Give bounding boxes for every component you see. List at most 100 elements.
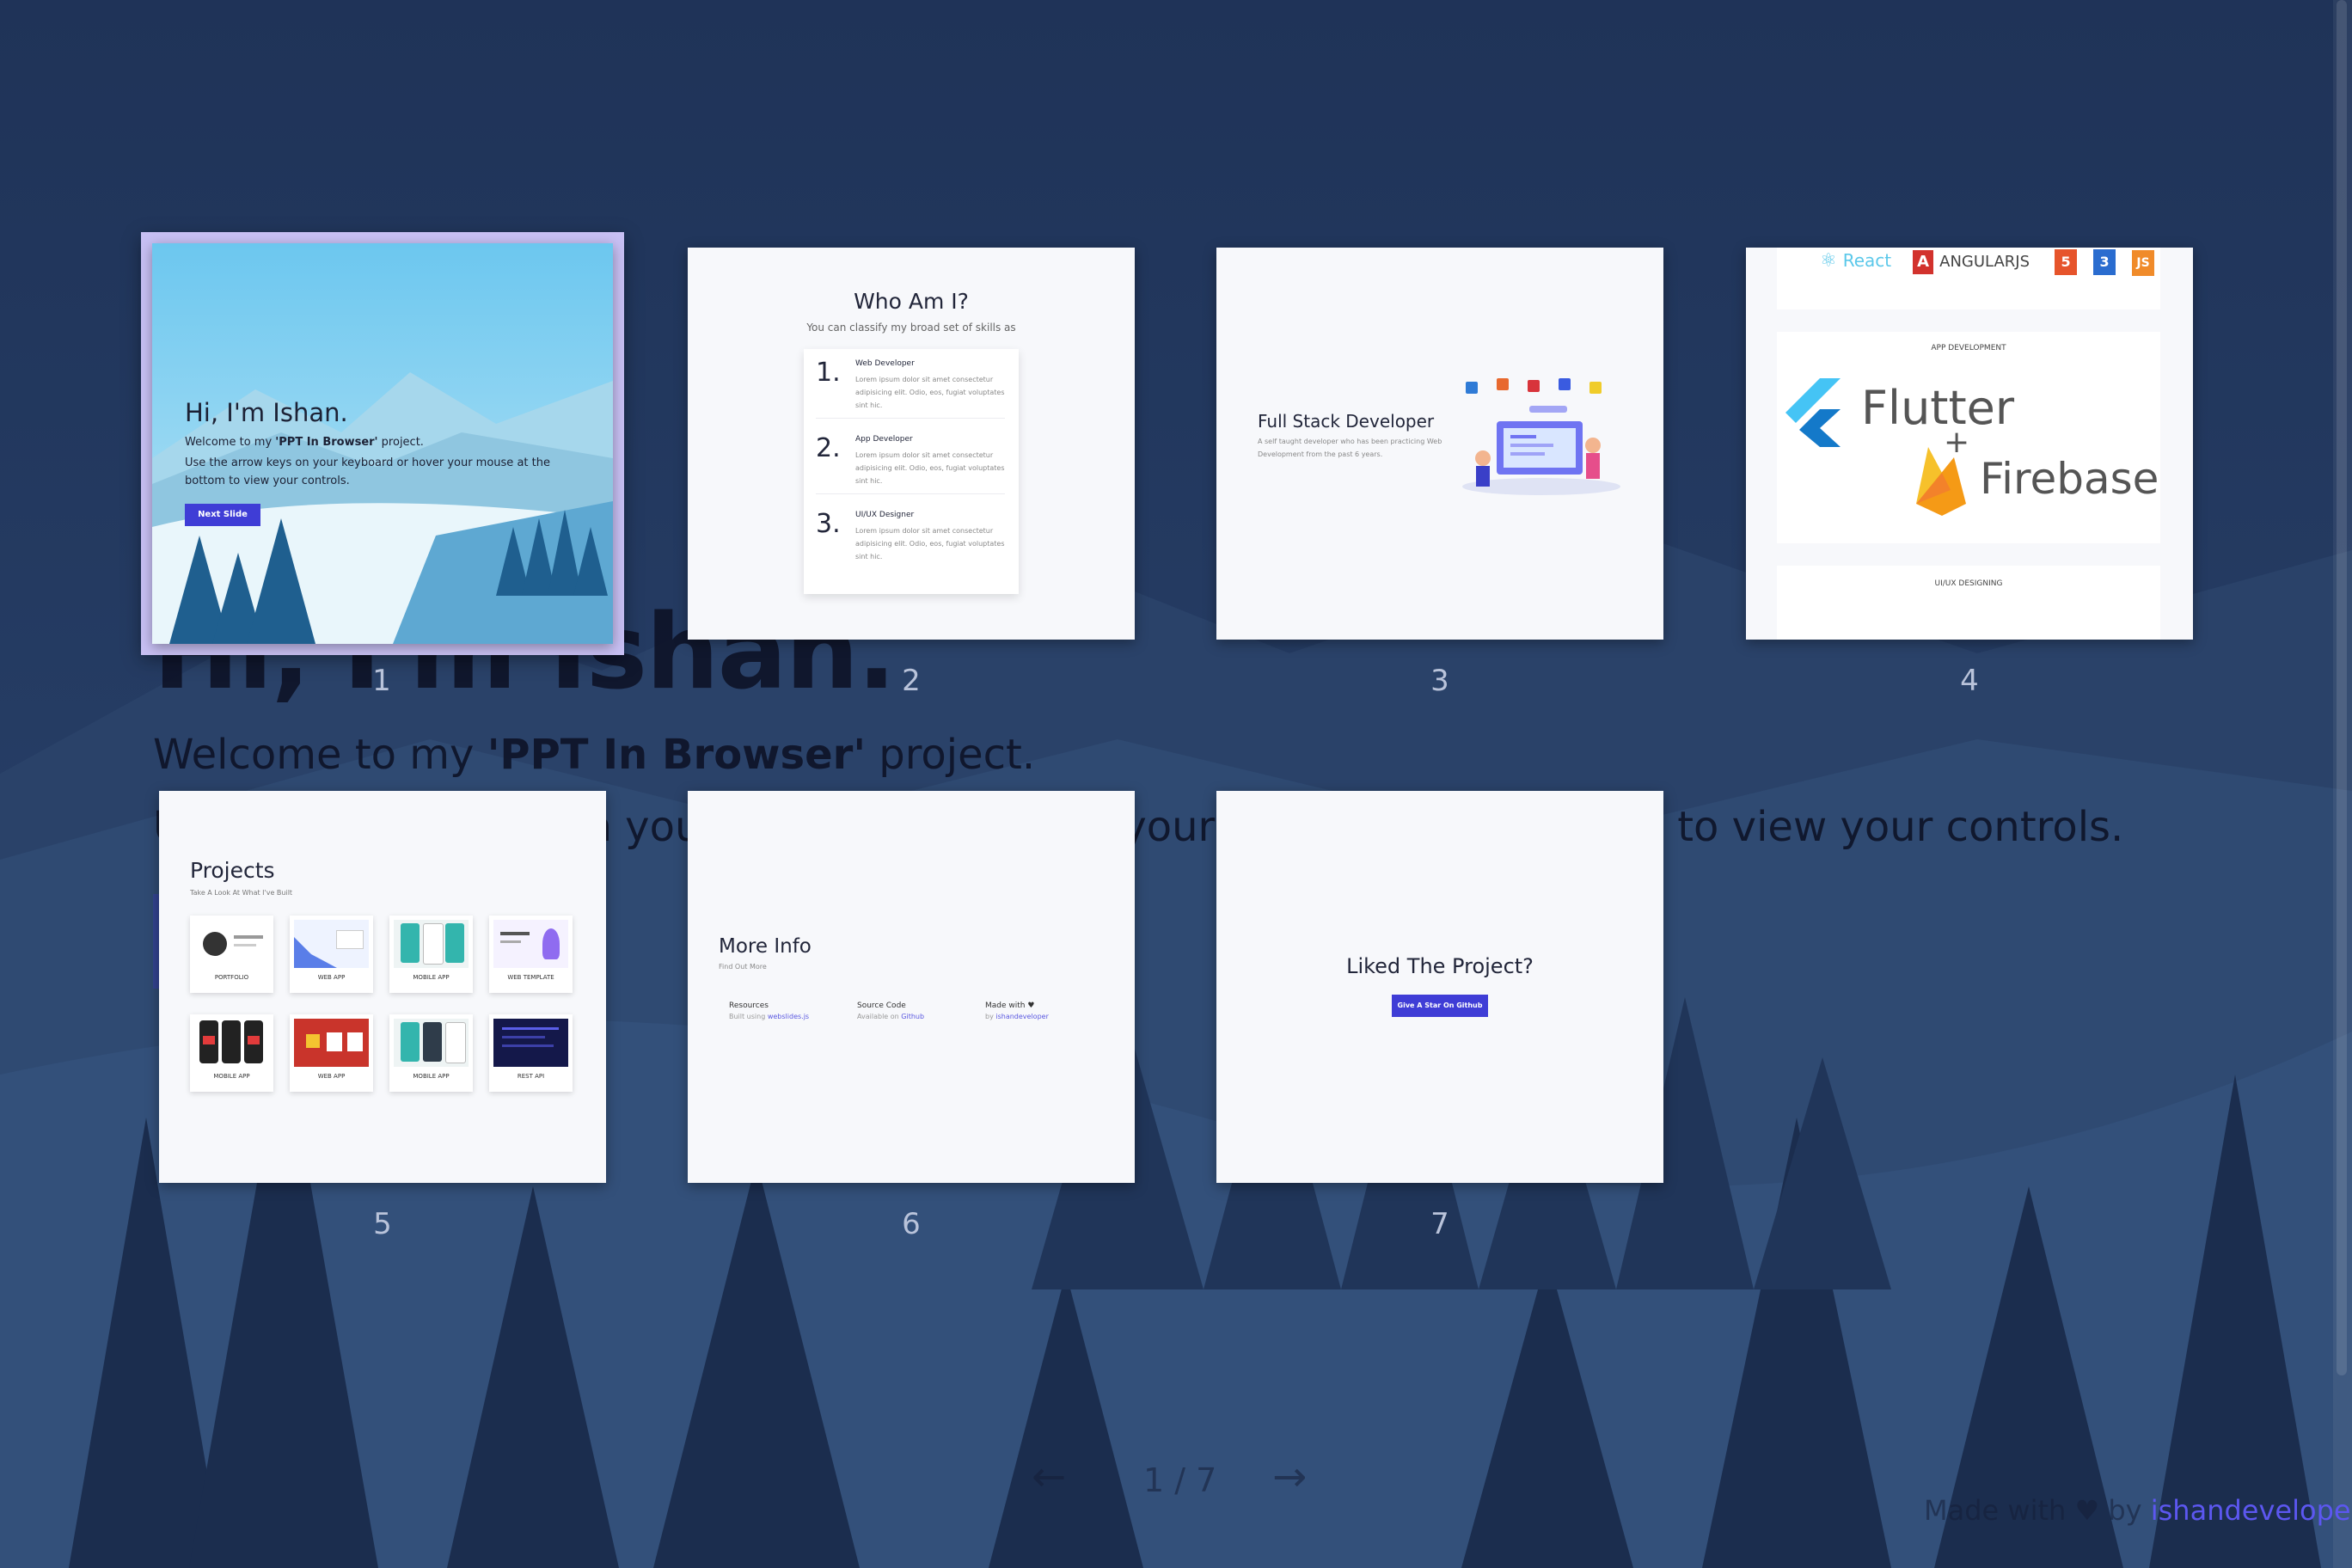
project-tile: PORTFOLIO	[190, 916, 273, 993]
author-link[interactable]: ishandeveloper	[995, 1013, 1049, 1020]
flutter-label: Flutter	[1861, 381, 2015, 435]
slide-2-title: Who Am I?	[854, 289, 969, 314]
project-tile-label: MOBILE APP	[413, 1073, 450, 1080]
source-code-column: Source Code Available on Github	[857, 1001, 924, 1020]
project-tile-label: WEB APP	[317, 974, 346, 981]
source-code-text: Available on Github	[857, 1013, 924, 1020]
skill-item: 1. Web Developer Lorem ipsum dolor sit a…	[816, 349, 1005, 419]
project-tile: MOBILE APP	[389, 1014, 473, 1092]
project-thumbnail-image	[294, 1019, 369, 1067]
skill-item: 3. UI/UX Designer Lorem ipsum dolor sit …	[816, 500, 1005, 569]
slide-7-preview[interactable]: Liked The Project? Give A Star On Github	[1216, 791, 1663, 1183]
slide-5-preview[interactable]: Projects Take A Look At What I've Built …	[159, 791, 606, 1183]
css3-icon: 3	[2093, 249, 2116, 275]
slide-number-2: 2	[902, 664, 921, 698]
skill-number: 2.	[816, 433, 841, 463]
background-project-name: 'PPT In Browser'	[487, 731, 867, 779]
project-tile-label: MOBILE APP	[413, 974, 450, 981]
resources-heading: Resources	[729, 1001, 769, 1010]
webslides-link[interactable]: webslides.js	[768, 1013, 809, 1020]
slide-1-title: Hi, I'm Ishan.	[185, 398, 348, 427]
slide-number-1: 1	[372, 664, 391, 698]
skill-heading: Web Developer	[855, 359, 915, 368]
firebase-icon	[1916, 447, 1966, 516]
footer-credit: Made with ♥ by ishandeveloper	[1924, 1494, 2352, 1527]
uiux-designing-label: UI/UX DESIGNING	[1934, 579, 2003, 588]
slide-1-project-name: 'PPT In Browser'	[275, 436, 378, 449]
flutter-icon	[1785, 378, 1841, 447]
slide-1-welcome-suffix: project.	[377, 436, 424, 449]
made-with-column: Made with ♥ by ishandeveloper	[985, 1001, 1049, 1020]
slide-1-instructions: Use the arrow keys on your keyboard or h…	[185, 456, 550, 487]
web-tech-logos-card: ⚛ React A ANGULARJS 5 3 JS	[1777, 248, 2160, 309]
angular-icon: A	[1913, 250, 1934, 274]
project-tile: WEB APP	[290, 916, 373, 993]
skill-item: 2. App Developer Lorem ipsum dolor sit a…	[816, 425, 1005, 494]
project-tile-label: WEB APP	[317, 1073, 346, 1080]
github-star-button[interactable]: Give A Star On Github	[1392, 995, 1488, 1017]
next-slide-arrow[interactable]: →	[1272, 1453, 1307, 1501]
slide-1-text: Hi, I'm Ishan. Welcome to my 'PPT In Bro…	[185, 398, 572, 490]
slide-counter: 1 / 7	[1143, 1461, 1217, 1499]
slide-2-subtitle: You can classify my broad set of skills …	[806, 322, 1016, 334]
firebase-label: Firebase	[1980, 454, 2159, 504]
skill-description: Lorem ipsum dolor sit amet consectetur a…	[855, 527, 1005, 560]
project-thumbnail-image	[194, 920, 269, 968]
scrollbar[interactable]	[2333, 0, 2352, 1568]
react-icon: ⚛	[1820, 250, 1837, 272]
project-tile: REST API	[489, 1014, 573, 1092]
github-link[interactable]: Github	[901, 1013, 924, 1020]
slide-1-welcome-prefix: Welcome to my	[185, 436, 276, 449]
project-tile-label: MOBILE APP	[213, 1073, 250, 1080]
slide-6-title: More Info	[719, 935, 812, 958]
made-with-prefix: by	[985, 1013, 996, 1020]
js-icon: JS	[2132, 250, 2155, 276]
background-welcome-suffix: project.	[866, 731, 1036, 779]
uiux-designing-card: UI/UX DESIGNING	[1777, 566, 2160, 640]
skill-heading: App Developer	[855, 435, 913, 444]
tech-logos: ⚛ React A ANGULARJS 5 3 JS	[1820, 249, 2155, 276]
project-thumbnail-image	[493, 1019, 568, 1067]
made-with-text: Made with ♥ by	[1924, 1494, 2151, 1527]
background-slide-welcome: Welcome to my 'PPT In Browser' project.	[153, 731, 2123, 779]
skill-number: 1.	[816, 358, 841, 388]
made-with-text: by ishandeveloper	[985, 1013, 1049, 1020]
resources-column: Resources Built using webslides.js	[729, 1001, 809, 1020]
project-tile: MOBILE APP	[190, 1014, 273, 1092]
project-tile-label: PORTFOLIO	[214, 974, 249, 981]
slide-3-preview[interactable]: Full Stack Developer A self taught devel…	[1216, 248, 1663, 640]
html5-icon: 5	[2055, 249, 2078, 275]
project-thumbnail-image	[394, 1019, 469, 1067]
slide-3-title: Full Stack Developer	[1258, 411, 1435, 432]
slide-1-preview[interactable]: Hi, I'm Ishan. Welcome to my 'PPT In Bro…	[152, 243, 613, 644]
author-link[interactable]: ishandeveloper	[2151, 1494, 2352, 1527]
slide-number-4: 4	[1960, 664, 1979, 698]
slide-6-preview[interactable]: More Info Find Out More Resources Built …	[688, 791, 1135, 1183]
slide-3-description: A self taught developer who has been pra…	[1258, 438, 1442, 458]
slide-2-preview[interactable]: Who Am I? You can classify my broad set …	[688, 248, 1135, 640]
angular-logo-label: ANGULARJS	[1939, 253, 2030, 271]
project-tile-label: REST API	[517, 1073, 545, 1080]
slide-4-preview[interactable]: ⚛ React A ANGULARJS 5 3 JS APP DEVELOPME…	[1746, 248, 2193, 640]
project-thumbnail-image	[493, 920, 568, 968]
slide-1-next-slide-button[interactable]: Next Slide	[185, 504, 260, 526]
project-thumbnail-image	[194, 1019, 269, 1067]
developer-illustration	[1462, 378, 1620, 495]
skill-number: 3.	[816, 509, 841, 539]
made-with-heading: Made with ♥	[985, 1001, 1035, 1010]
project-tile: WEB TEMPLATE	[489, 916, 573, 993]
slide-5-subtitle: Take A Look At What I've Built	[190, 889, 293, 897]
source-code-prefix: Available on	[857, 1013, 902, 1020]
skills-list: 1. Web Developer Lorem ipsum dolor sit a…	[804, 349, 1019, 594]
project-tile-label: WEB TEMPLATE	[507, 974, 554, 981]
app-development-label: APP DEVELOPMENT	[1931, 344, 2006, 352]
previous-slide-arrow[interactable]: ←	[1032, 1453, 1066, 1501]
skill-heading: UI/UX Designer	[855, 511, 915, 519]
resources-prefix: Built using	[729, 1013, 768, 1020]
slide-7-title: Liked The Project?	[1346, 954, 1534, 978]
background-welcome-prefix: Welcome to my	[153, 731, 487, 779]
project-thumbnail-image	[394, 920, 469, 968]
scrollbar-thumb[interactable]	[2337, 0, 2347, 1375]
slide-number-7: 7	[1430, 1207, 1449, 1241]
project-tile: MOBILE APP	[389, 916, 473, 993]
